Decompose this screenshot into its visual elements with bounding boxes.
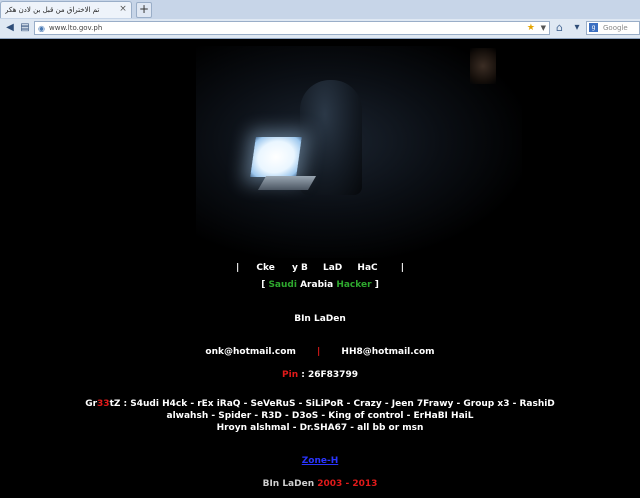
url-text: www.lto.gov.ph [49, 24, 103, 32]
zone-h-link-line: Zone-H [0, 456, 640, 466]
chevron-down-icon[interactable]: ▼ [541, 22, 546, 34]
google-icon: g [589, 23, 598, 32]
globe-icon: ◉ [38, 24, 45, 33]
bookmark-star-icon[interactable]: ★ [527, 22, 535, 34]
greets-line-2: alwahsh - Spider - R3D - D3oS - King of … [166, 411, 474, 421]
back-icon[interactable]: ◀ [3, 21, 17, 35]
search-input[interactable]: g Google [586, 21, 640, 35]
new-tab-button[interactable]: + [136, 2, 152, 18]
email-2: HH8@hotmail.com [341, 347, 435, 357]
title-line: | Cke y B LaD HaC | [235, 263, 405, 273]
search-placeholder: Google [603, 24, 628, 32]
browser-tab[interactable]: تم الاختراق من قبل بن لادن هكر × [0, 1, 132, 18]
subtitle-line: [ Saudi Arabia Hacker ] [261, 280, 379, 290]
greets-line-1: Gr33tZ : S4udi H4ck - rEx iRaQ - SeVeRuS… [85, 399, 555, 409]
plant-decoration [470, 48, 496, 84]
zone-h-link[interactable]: Zone-H [302, 456, 339, 466]
print-icon[interactable]: ▤ [18, 21, 32, 35]
chevron-down-icon[interactable]: ▾ [570, 21, 584, 35]
tab-title: تم الاختراق من قبل بن لادن هكر [5, 6, 100, 14]
email-1: onk@hotmail.com [205, 347, 296, 357]
tab-bar: تم الاختراق من قبل بن لادن هكر × + [0, 0, 640, 20]
laptop-keyboard [257, 176, 317, 190]
pin-line: Pin : 26F83799 [282, 370, 358, 380]
home-icon[interactable]: ⌂ [556, 21, 563, 34]
close-icon[interactable]: × [118, 4, 128, 14]
contact-emails: onk@hotmail.com | HH8@hotmail.com [205, 347, 435, 357]
laptop-screen-glow [250, 137, 302, 177]
author-name: BIn LaDen [294, 314, 346, 324]
navigation-bar: ◀ ▤ ◉ www.lto.gov.ph ★ ▼ ⌂ ▾ g Google [0, 19, 640, 39]
address-bar[interactable]: ◉ www.lto.gov.ph ★ ▼ [34, 21, 550, 35]
greets-line-3: Hroyn alshmal - Dr.SHA67 - all bb or msn [216, 423, 424, 433]
footer-line: BIn LaDen 2003 - 2013 [262, 479, 378, 489]
